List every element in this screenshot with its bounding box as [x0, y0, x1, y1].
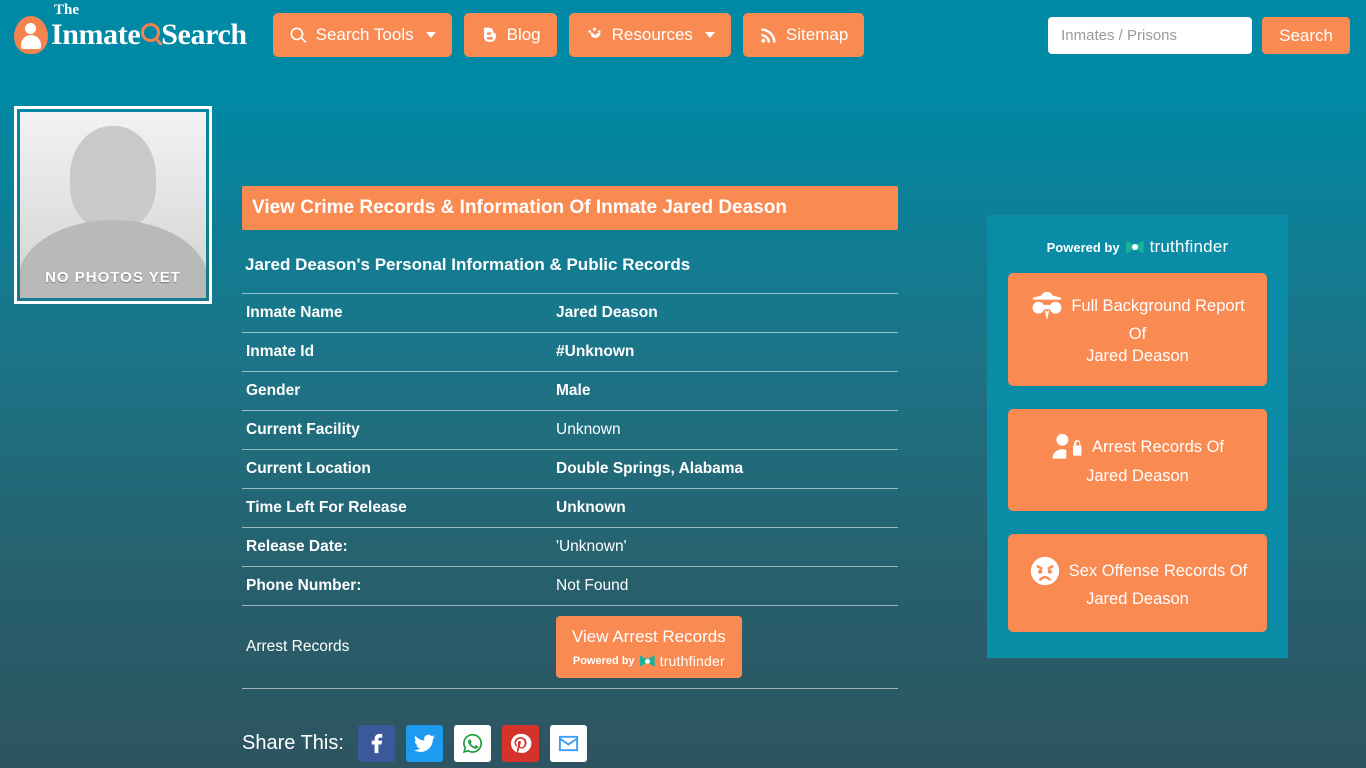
truthfinder-brand-label: truthfinder	[659, 653, 725, 669]
nav-search-tools-button[interactable]: Search Tools	[272, 13, 452, 57]
search-input[interactable]	[1048, 17, 1253, 54]
site-logo[interactable]: The Inmate Search	[14, 3, 247, 54]
search-button[interactable]: Search	[1262, 17, 1350, 54]
detective-icon	[1030, 289, 1064, 323]
nav-blog-label: Blog	[506, 25, 541, 44]
row-key: Phone Number:	[246, 577, 362, 594]
chevron-down-icon	[425, 32, 436, 38]
card-line-1: Sex Offense Records Of	[1068, 561, 1248, 580]
facebook-icon[interactable]	[357, 725, 395, 762]
logo-the-text: The	[54, 2, 80, 18]
pinterest-icon[interactable]	[501, 725, 539, 762]
person-lock-icon	[1051, 431, 1085, 465]
row-value: 'Unknown'	[556, 538, 627, 555]
row-key: Inmate Name	[246, 304, 343, 321]
chevron-down-icon	[704, 32, 715, 38]
photo-caption: NO PHOTOS YET	[45, 269, 181, 286]
email-icon[interactable]	[549, 725, 587, 762]
card-line-2: Jared Deason	[1086, 466, 1189, 485]
card-line-2: Jared Deason	[1086, 589, 1189, 608]
table-row: Current Location Double Springs, Alabama	[242, 449, 898, 489]
table-row: Phone Number: Not Found	[242, 566, 898, 606]
inmate-info-table-body: Inmate Name Jared Deason Inmate Id #Unkn…	[242, 293, 898, 689]
nav-sitemap-button[interactable]: Sitemap	[742, 13, 865, 57]
sex-offense-records-card[interactable]: Sex Offense Records Of Jared Deason	[1008, 533, 1267, 633]
powered-by-truthfinder: Powered by truthfinder	[572, 653, 726, 669]
row-value: #Unknown	[556, 343, 635, 360]
logo-magnifier-icon	[141, 23, 161, 42]
table-row: Inmate Name Jared Deason	[242, 293, 898, 333]
rss-icon	[759, 26, 778, 45]
silhouette-head-shape	[70, 126, 156, 230]
truthfinder-sidebar: Powered by truthfinder Full Background R…	[987, 215, 1288, 659]
card-row-primary: Full Background Report	[1020, 289, 1255, 323]
view-arrest-records-button[interactable]: View Arrest Records Powered by truthfind…	[556, 616, 742, 678]
row-value: Male	[556, 382, 591, 399]
row-value: Unknown	[556, 421, 621, 438]
logo-person-icon	[14, 16, 48, 54]
row-value: Double Springs, Alabama	[556, 460, 744, 477]
row-value: Jared Deason	[556, 304, 658, 321]
section-subtitle: Jared Deason's Personal Information & Pu…	[245, 255, 691, 274]
arrest-records-card[interactable]: Arrest Records Of Jared Deason	[1008, 408, 1267, 511]
silhouette-body-shape	[20, 220, 206, 298]
card-line-1: Arrest Records Of	[1091, 438, 1225, 457]
site-header: The Inmate Search Search Tools Blog Reso…	[0, 0, 1366, 70]
main-navigation: Search Tools Blog Resources Sitemap	[272, 13, 865, 57]
card-line-1: Full Background Report	[1071, 296, 1245, 315]
row-value: View Arrest Records Powered by truthfind…	[552, 606, 898, 689]
table-row: Release Date: 'Unknown'	[242, 527, 898, 567]
inmate-photo: NO PHOTOS YET	[14, 106, 212, 304]
row-key: Current Facility	[246, 421, 360, 438]
truthfinder-logo-icon	[1125, 240, 1144, 254]
logo-search-text: Search	[161, 18, 247, 51]
nav-sitemap-label: Sitemap	[785, 25, 849, 44]
sidebar-powered-by: Powered by truthfinder	[1008, 237, 1267, 257]
magnifier-icon	[289, 26, 308, 45]
page-title: View Crime Records & Information Of Inma…	[242, 186, 898, 230]
nav-resources-button[interactable]: Resources	[568, 13, 731, 57]
card-row-primary: Sex Offense Records Of	[1020, 554, 1255, 588]
powered-by-label: Powered by	[1046, 239, 1120, 255]
logo-wordmark: The Inmate Search	[51, 3, 247, 51]
table-row: Current Facility Unknown	[242, 410, 898, 450]
card-line-2: Of	[1128, 325, 1147, 343]
photo-placeholder: NO PHOTOS YET	[20, 112, 206, 298]
truthfinder-brand-label: truthfinder	[1149, 237, 1229, 256]
row-value: Not Found	[556, 577, 629, 594]
twitter-icon[interactable]	[405, 725, 443, 762]
logo-inmate-text: Inmate	[51, 18, 141, 51]
angry-face-icon	[1028, 554, 1062, 588]
inmate-info-table: Inmate Name Jared Deason Inmate Id #Unkn…	[242, 293, 898, 689]
row-key: Current Location	[246, 460, 371, 477]
view-arrest-records-label: View Arrest Records	[572, 627, 726, 646]
row-key: Time Left For Release	[246, 499, 407, 516]
full-background-report-card[interactable]: Full Background Report Of Jared Deason	[1008, 273, 1267, 386]
table-row: Gender Male	[242, 371, 898, 411]
nav-search-tools-label: Search Tools	[315, 25, 414, 44]
truthfinder-logo-icon	[639, 655, 655, 667]
sprout-icon	[585, 26, 604, 45]
row-key: Arrest Records	[246, 638, 350, 655]
table-row: Inmate Id #Unknown	[242, 332, 898, 372]
row-value: Unknown	[556, 499, 626, 516]
whatsapp-icon[interactable]	[453, 725, 491, 762]
blogger-icon	[480, 26, 499, 45]
nav-resources-label: Resources	[611, 25, 693, 44]
card-row-primary: Arrest Records Of	[1020, 431, 1255, 465]
share-label: Share This:	[242, 732, 344, 754]
table-row-arrest-records: Arrest Records View Arrest Records Power…	[242, 605, 898, 689]
row-key: Inmate Id	[246, 343, 315, 360]
header-search: Search	[1048, 17, 1350, 54]
card-line-3: Jared Deason	[1086, 347, 1189, 366]
table-row: Time Left For Release Unknown	[242, 488, 898, 528]
nav-blog-button[interactable]: Blog	[463, 13, 557, 57]
share-bar: Share This:	[242, 725, 587, 762]
powered-by-label: Powered by	[572, 655, 635, 667]
row-key: Release Date:	[246, 538, 348, 555]
row-key: Gender	[246, 382, 301, 399]
main-content: View Crime Records & Information Of Inma…	[242, 70, 898, 689]
